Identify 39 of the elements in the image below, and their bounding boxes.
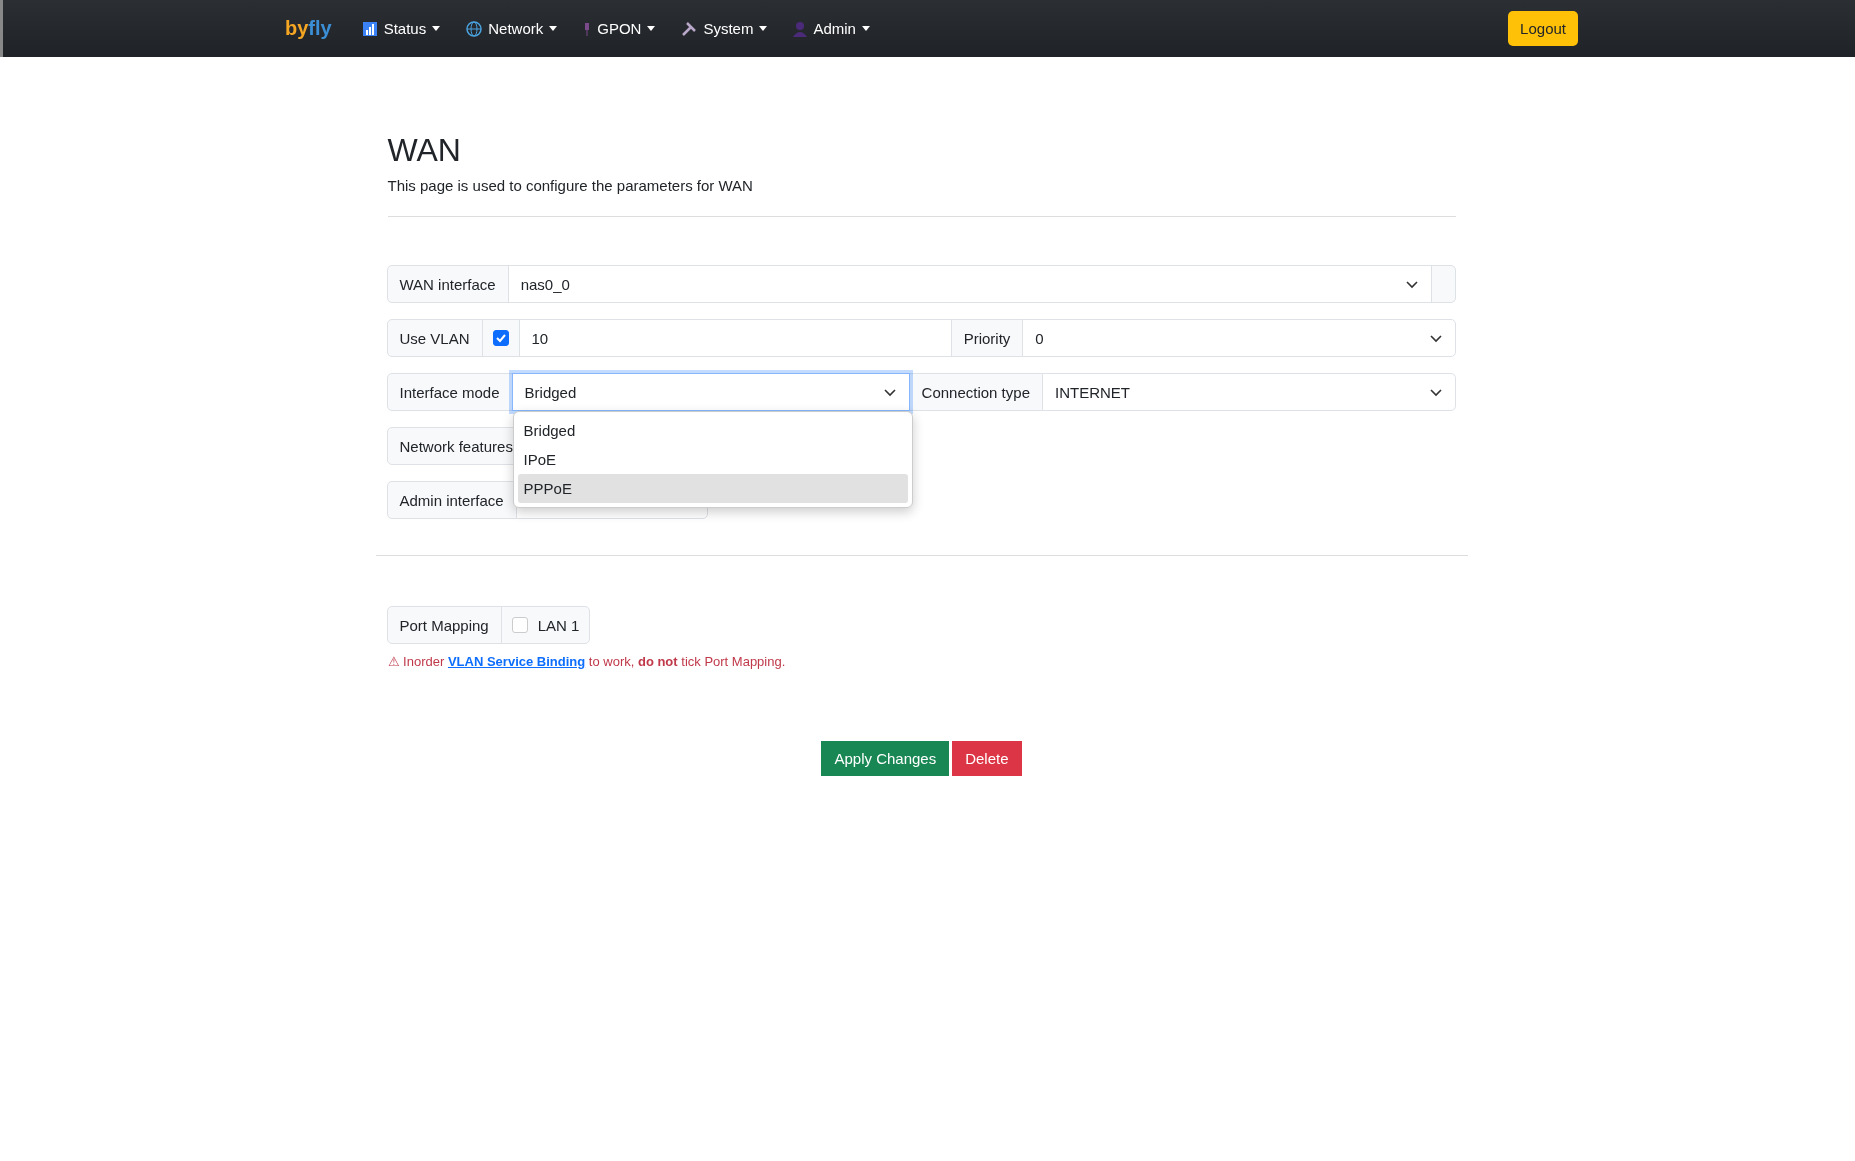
delete-button[interactable]: Delete xyxy=(952,741,1022,776)
user-icon xyxy=(793,20,808,37)
checkbox[interactable] xyxy=(492,330,509,346)
tools-icon xyxy=(681,20,698,37)
apply-changes-button[interactable]: Apply Changes xyxy=(821,741,950,776)
nav-menu-item[interactable]: Network xyxy=(466,20,558,37)
checkbox-label: LAN 1 xyxy=(537,616,580,634)
dropdown-option[interactable]: PPPoE xyxy=(517,474,908,503)
priority-select[interactable]: 0 xyxy=(1022,319,1456,357)
caret-icon xyxy=(647,26,656,31)
field-label: Connection type xyxy=(908,373,1043,411)
caret-icon xyxy=(759,26,768,31)
caret-icon xyxy=(432,26,441,31)
page-title: WAN xyxy=(387,132,462,169)
vlan-binding-link[interactable]: VLAN Service Binding xyxy=(447,654,586,669)
field-label: Admin interface xyxy=(386,481,517,519)
page-description: This page is used to configure the parameters for WAN xyxy=(387,177,754,194)
warning-text: ⚠ Inorder VLAN Service Binding to work, do not tick Port Mapping. xyxy=(387,654,787,669)
checkbox[interactable] xyxy=(511,617,528,633)
globe-icon xyxy=(466,20,483,37)
bar-chart-icon xyxy=(361,20,378,37)
input-addon xyxy=(1430,265,1456,303)
nav-menu-item[interactable]: GPON xyxy=(583,20,656,37)
nav-menu-item[interactable]: System xyxy=(681,20,768,37)
caret-icon xyxy=(549,26,558,31)
caret-icon xyxy=(861,26,870,31)
field-label: Use VLAN xyxy=(386,319,483,357)
logout-button[interactable]: Logout xyxy=(1508,11,1578,46)
connection-type-select[interactable]: INTERNET xyxy=(1041,373,1456,411)
vlan-input-field[interactable]: 10 xyxy=(518,319,952,357)
wan-interface-select[interactable]: nas0_0 xyxy=(507,265,1432,303)
brand-logo: byfly xyxy=(285,17,332,40)
nav-menu-item[interactable]: Status xyxy=(361,20,441,37)
nav-menu-item[interactable]: Admin xyxy=(793,20,870,37)
plug-icon xyxy=(583,20,592,37)
field-label: Port Mapping xyxy=(386,606,502,644)
field-label: Interface mode xyxy=(386,373,513,411)
field-label: Priority xyxy=(950,319,1024,357)
field-label: WAN interface xyxy=(386,265,509,303)
